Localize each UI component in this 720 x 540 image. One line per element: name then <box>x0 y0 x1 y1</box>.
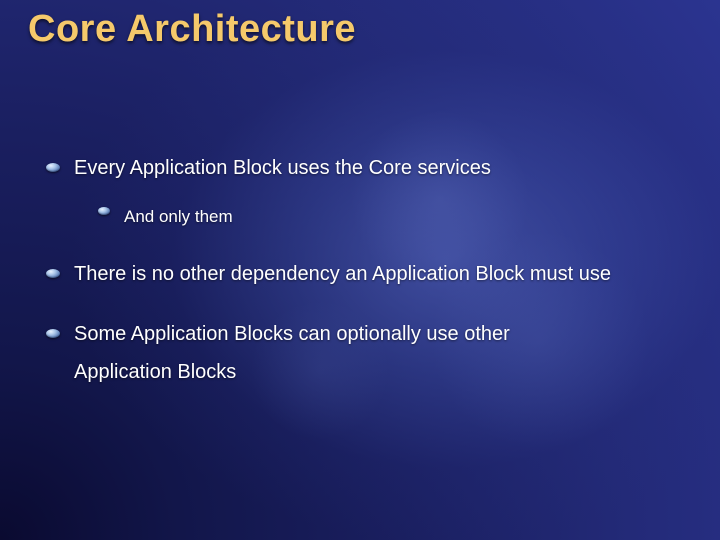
slide-title: Core Architecture <box>28 8 692 51</box>
slide: Core Architecture Every Application Bloc… <box>0 0 720 540</box>
bullet-icon <box>46 329 60 338</box>
list-item: There is no other dependency an Applicat… <box>46 255 692 293</box>
list-item-text-continuation: Application Blocks <box>74 353 692 391</box>
bullet-list: Every Application Block uses the Core se… <box>28 149 692 391</box>
list-item-text: And only them <box>124 207 233 226</box>
bullet-icon <box>98 207 110 215</box>
list-item-text: Every Application Block uses the Core se… <box>74 157 491 179</box>
list-item-text: Some Application Blocks can optionally u… <box>74 323 510 345</box>
bullet-icon <box>46 269 60 278</box>
list-item-text: There is no other dependency an Applicat… <box>74 263 611 285</box>
sub-bullet-list: And only them <box>74 201 692 233</box>
list-item: And only them <box>98 201 692 233</box>
list-item: Every Application Block uses the Core se… <box>46 149 692 233</box>
bullet-icon <box>46 163 60 172</box>
list-item: Some Application Blocks can optionally u… <box>46 315 692 391</box>
